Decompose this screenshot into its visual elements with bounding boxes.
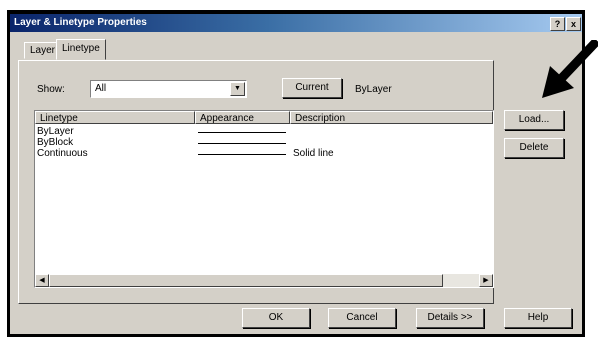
cancel-button[interactable]: Cancel (328, 308, 396, 328)
current-value: ByLayer (355, 84, 392, 95)
chevron-left-icon[interactable]: ◀ (35, 274, 49, 287)
linetype-name: Continuous (37, 148, 88, 159)
delete-button[interactable]: Delete (504, 138, 564, 158)
current-button[interactable]: Current (282, 78, 342, 98)
dialog-window: Layer & Linetype Properties ? x Layer Li… (10, 14, 582, 334)
column-header-description[interactable]: Description (290, 111, 493, 124)
linetype-appearance (198, 143, 286, 144)
chevron-down-icon[interactable]: ▼ (230, 82, 245, 96)
list-item[interactable]: ByLayer (35, 126, 493, 137)
tab-linetype[interactable]: Linetype (56, 39, 106, 60)
linetype-description: Solid line (293, 148, 334, 159)
title-bar: Layer & Linetype Properties ? x (10, 14, 582, 32)
column-header-linetype[interactable]: Linetype (35, 111, 195, 124)
help-icon[interactable]: ? (550, 17, 565, 31)
linetype-appearance (198, 132, 286, 133)
horizontal-scrollbar[interactable]: ◀ ▶ (35, 274, 493, 287)
show-dropdown-value: All (95, 83, 107, 94)
show-dropdown[interactable]: All ▼ (90, 80, 247, 98)
list-item[interactable]: Continuous Solid line (35, 148, 493, 159)
scroll-thumb[interactable] (49, 274, 443, 287)
window-title: Layer & Linetype Properties (14, 17, 147, 28)
column-header-appearance[interactable]: Appearance (195, 111, 290, 124)
list-item[interactable]: ByBlock (35, 137, 493, 148)
linetype-appearance (198, 154, 286, 155)
linetype-name: ByLayer (37, 126, 74, 137)
help-button[interactable]: Help (504, 308, 572, 328)
show-label: Show: (37, 84, 65, 95)
details-button[interactable]: Details >> (416, 308, 484, 328)
chevron-right-icon[interactable]: ▶ (479, 274, 493, 287)
linetype-name: ByBlock (37, 137, 74, 148)
arrow-pointer-icon (542, 40, 598, 98)
load-button[interactable]: Load... (504, 110, 564, 130)
ok-button[interactable]: OK (242, 308, 310, 328)
close-icon[interactable]: x (566, 17, 581, 31)
linetype-list[interactable]: Linetype Appearance Description ByLayer … (34, 110, 494, 288)
